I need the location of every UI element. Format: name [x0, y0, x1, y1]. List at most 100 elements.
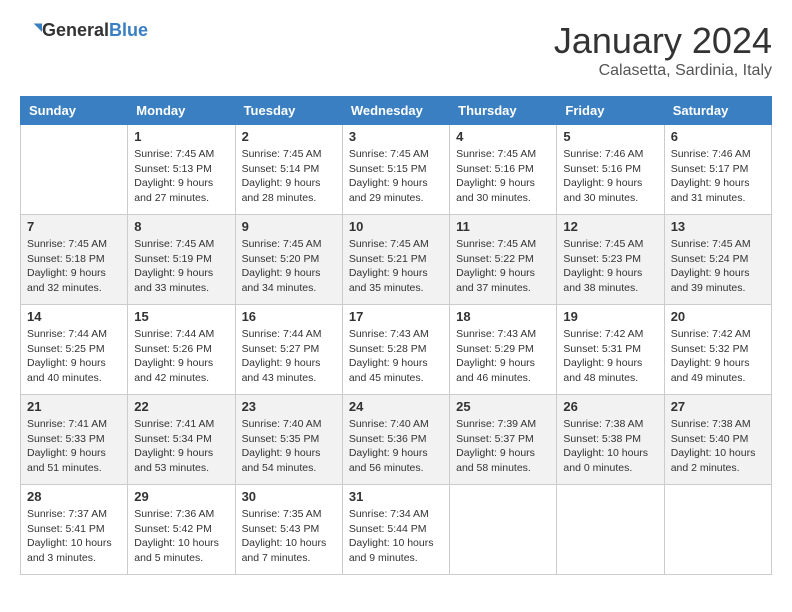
day-number: 29 [134, 489, 228, 504]
page-header: GeneralBlue January 2024 Calasetta, Sard… [20, 20, 772, 80]
day-info: Sunrise: 7:37 AMSunset: 5:41 PMDaylight:… [27, 507, 121, 566]
calendar-cell [450, 485, 557, 575]
day-info: Sunrise: 7:38 AMSunset: 5:40 PMDaylight:… [671, 417, 765, 476]
day-info: Sunrise: 7:46 AMSunset: 5:17 PMDaylight:… [671, 147, 765, 206]
day-number: 6 [671, 129, 765, 144]
day-info: Sunrise: 7:39 AMSunset: 5:37 PMDaylight:… [456, 417, 550, 476]
day-number: 27 [671, 399, 765, 414]
day-number: 25 [456, 399, 550, 414]
calendar-week-row: 7 Sunrise: 7:45 AMSunset: 5:18 PMDaylight… [21, 215, 772, 305]
day-number: 15 [134, 309, 228, 324]
day-number: 1 [134, 129, 228, 144]
calendar-week-row: 14Sunrise: 7:44 AMSunset: 5:25 PMDayligh… [21, 305, 772, 395]
day-info: Sunrise: 7:45 AMSunset: 5:16 PMDaylight:… [456, 147, 550, 206]
day-number: 3 [349, 129, 443, 144]
logo-icon [22, 21, 42, 41]
calendar-cell: 27 Sunrise: 7:38 AMSunset: 5:40 PMDayligh… [664, 395, 771, 485]
day-number: 13 [671, 219, 765, 234]
day-info: Sunrise: 7:45 AMSunset: 5:21 PMDaylight:… [349, 237, 443, 296]
calendar-cell: 13 Sunrise: 7:45 AMSunset: 5:24 PMDayligh… [664, 215, 771, 305]
calendar-cell: 31 Sunrise: 7:34 AMSunset: 5:44 PMDayligh… [342, 485, 449, 575]
calendar-cell: 28Sunrise: 7:37 AMSunset: 5:41 PMDayligh… [21, 485, 128, 575]
calendar-cell: 22 Sunrise: 7:41 AMSunset: 5:34 PMDayligh… [128, 395, 235, 485]
day-info: Sunrise: 7:45 AMSunset: 5:23 PMDaylight:… [563, 237, 657, 296]
calendar-cell: 16Sunrise: 7:44 AMSunset: 5:27 PMDayligh… [235, 305, 342, 395]
calendar-cell: 6 Sunrise: 7:46 AMSunset: 5:17 PMDaylight… [664, 125, 771, 215]
day-info: Sunrise: 7:45 AMSunset: 5:13 PMDaylight:… [134, 147, 228, 206]
day-number: 19 [563, 309, 657, 324]
column-header-thursday: Thursday [450, 97, 557, 125]
column-header-friday: Friday [557, 97, 664, 125]
calendar-cell: 29 Sunrise: 7:36 AMSunset: 5:42 PMDayligh… [128, 485, 235, 575]
day-info: Sunrise: 7:44 AMSunset: 5:26 PMDaylight:… [134, 327, 228, 386]
calendar-cell: 24 Sunrise: 7:40 AMSunset: 5:36 PMDayligh… [342, 395, 449, 485]
day-number: 8 [134, 219, 228, 234]
day-number: 18 [456, 309, 550, 324]
calendar-cell: 14Sunrise: 7:44 AMSunset: 5:25 PMDayligh… [21, 305, 128, 395]
day-number: 11 [456, 219, 550, 234]
day-number: 14 [27, 309, 121, 324]
column-header-tuesday: Tuesday [235, 97, 342, 125]
calendar-week-row: 28Sunrise: 7:37 AMSunset: 5:41 PMDayligh… [21, 485, 772, 575]
calendar-cell: 23 Sunrise: 7:40 AMSunset: 5:35 PMDayligh… [235, 395, 342, 485]
calendar-cell: 7 Sunrise: 7:45 AMSunset: 5:18 PMDaylight… [21, 215, 128, 305]
day-info: Sunrise: 7:45 AMSunset: 5:14 PMDaylight:… [242, 147, 336, 206]
calendar-cell: 30 Sunrise: 7:35 AMSunset: 5:43 PMDayligh… [235, 485, 342, 575]
calendar-cell: 18 Sunrise: 7:43 AMSunset: 5:29 PMDayligh… [450, 305, 557, 395]
day-info: Sunrise: 7:41 AMSunset: 5:33 PMDaylight:… [27, 417, 121, 476]
calendar-cell: 4 Sunrise: 7:45 AMSunset: 5:16 PMDaylight… [450, 125, 557, 215]
day-number: 9 [242, 219, 336, 234]
day-info: Sunrise: 7:42 AMSunset: 5:31 PMDaylight:… [563, 327, 657, 386]
day-number: 24 [349, 399, 443, 414]
day-number: 30 [242, 489, 336, 504]
calendar-cell: 26Sunrise: 7:38 AMSunset: 5:38 PMDayligh… [557, 395, 664, 485]
day-info: Sunrise: 7:44 AMSunset: 5:27 PMDaylight:… [242, 327, 336, 386]
calendar-cell: 19 Sunrise: 7:42 AMSunset: 5:31 PMDayligh… [557, 305, 664, 395]
day-number: 10 [349, 219, 443, 234]
day-info: Sunrise: 7:45 AMSunset: 5:24 PMDaylight:… [671, 237, 765, 296]
calendar-cell: 17Sunrise: 7:43 AMSunset: 5:28 PMDayligh… [342, 305, 449, 395]
logo: GeneralBlue [20, 20, 148, 41]
day-info: Sunrise: 7:34 AMSunset: 5:44 PMDaylight:… [349, 507, 443, 566]
day-info: Sunrise: 7:45 AMSunset: 5:18 PMDaylight:… [27, 237, 121, 296]
day-number: 5 [563, 129, 657, 144]
day-number: 20 [671, 309, 765, 324]
location-subtitle: Calasetta, Sardinia, Italy [554, 62, 772, 80]
column-header-sunday: Sunday [21, 97, 128, 125]
day-number: 17 [349, 309, 443, 324]
calendar-cell [664, 485, 771, 575]
calendar-week-row: 21 Sunrise: 7:41 AMSunset: 5:33 PMDayligh… [21, 395, 772, 485]
calendar-table: SundayMondayTuesdayWednesdayThursdayFrid… [20, 96, 772, 575]
day-info: Sunrise: 7:35 AMSunset: 5:43 PMDaylight:… [242, 507, 336, 566]
logo-text: GeneralBlue [42, 20, 148, 41]
day-info: Sunrise: 7:36 AMSunset: 5:42 PMDaylight:… [134, 507, 228, 566]
calendar-cell: 3Sunrise: 7:45 AMSunset: 5:15 PMDaylight… [342, 125, 449, 215]
day-info: Sunrise: 7:40 AMSunset: 5:35 PMDaylight:… [242, 417, 336, 476]
calendar-cell: 1 Sunrise: 7:45 AMSunset: 5:13 PMDaylight… [128, 125, 235, 215]
day-number: 22 [134, 399, 228, 414]
day-number: 4 [456, 129, 550, 144]
column-header-monday: Monday [128, 97, 235, 125]
calendar-week-row: 1 Sunrise: 7:45 AMSunset: 5:13 PMDaylight… [21, 125, 772, 215]
day-number: 23 [242, 399, 336, 414]
day-info: Sunrise: 7:43 AMSunset: 5:29 PMDaylight:… [456, 327, 550, 386]
day-info: Sunrise: 7:45 AMSunset: 5:19 PMDaylight:… [134, 237, 228, 296]
calendar-cell: 12Sunrise: 7:45 AMSunset: 5:23 PMDayligh… [557, 215, 664, 305]
day-number: 2 [242, 129, 336, 144]
day-info: Sunrise: 7:40 AMSunset: 5:36 PMDaylight:… [349, 417, 443, 476]
day-number: 7 [27, 219, 121, 234]
day-info: Sunrise: 7:45 AMSunset: 5:20 PMDaylight:… [242, 237, 336, 296]
day-info: Sunrise: 7:38 AMSunset: 5:38 PMDaylight:… [563, 417, 657, 476]
calendar-cell: 25 Sunrise: 7:39 AMSunset: 5:37 PMDayligh… [450, 395, 557, 485]
title-area: January 2024 Calasetta, Sardinia, Italy [554, 20, 772, 80]
day-info: Sunrise: 7:46 AMSunset: 5:16 PMDaylight:… [563, 147, 657, 206]
day-info: Sunrise: 7:41 AMSunset: 5:34 PMDaylight:… [134, 417, 228, 476]
logo-blue: Blue [109, 20, 148, 40]
calendar-header-row: SundayMondayTuesdayWednesdayThursdayFrid… [21, 97, 772, 125]
month-year-title: January 2024 [554, 20, 772, 62]
calendar-cell: 11Sunrise: 7:45 AMSunset: 5:22 PMDayligh… [450, 215, 557, 305]
day-number: 31 [349, 489, 443, 504]
calendar-cell: 8 Sunrise: 7:45 AMSunset: 5:19 PMDaylight… [128, 215, 235, 305]
day-number: 21 [27, 399, 121, 414]
calendar-cell: 9 Sunrise: 7:45 AMSunset: 5:20 PMDaylight… [235, 215, 342, 305]
